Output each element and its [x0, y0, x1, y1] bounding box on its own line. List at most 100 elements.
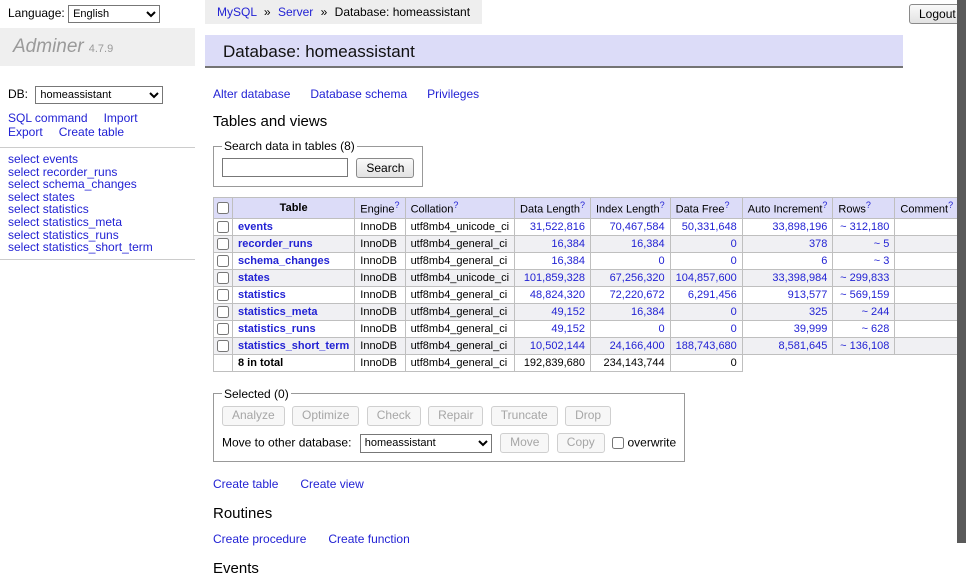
- table-name-link[interactable]: recorder_runs: [238, 238, 313, 250]
- table-link[interactable]: statistics_short_term: [43, 240, 153, 254]
- sidebar-link-export[interactable]: Export: [8, 125, 43, 139]
- data-free-link[interactable]: 0: [731, 323, 737, 335]
- table-total-row: 8 in total InnoDB utf8mb4_general_ci 192…: [214, 354, 959, 371]
- table-name-link[interactable]: statistics: [238, 289, 286, 301]
- sidebar-link-import[interactable]: Import: [104, 111, 138, 125]
- row-checkbox[interactable]: [217, 340, 229, 352]
- language-bar: Language: English: [8, 5, 160, 23]
- overwrite-checkbox[interactable]: [612, 437, 624, 449]
- row-checkbox[interactable]: [217, 255, 229, 267]
- move-database-select[interactable]: homeassistant: [360, 434, 492, 453]
- table-name-link[interactable]: statistics_meta: [238, 306, 318, 318]
- data-length-link[interactable]: 16,384: [551, 255, 585, 267]
- help-link-icon[interactable]: ?: [866, 200, 871, 210]
- data-length-link[interactable]: 48,824,320: [530, 289, 585, 301]
- auto-increment-link[interactable]: 913,577: [788, 289, 828, 301]
- auto-increment-link[interactable]: 8,581,645: [778, 340, 827, 352]
- index-length-link[interactable]: 72,220,672: [610, 289, 665, 301]
- comment-cell: [895, 286, 959, 303]
- index-length-link[interactable]: 24,166,400: [610, 340, 665, 352]
- help-link-icon[interactable]: ?: [660, 200, 665, 210]
- row-checkbox[interactable]: [217, 272, 229, 284]
- select-link[interactable]: select: [8, 240, 39, 254]
- create-table-link[interactable]: Create table: [213, 477, 278, 491]
- help-link-icon[interactable]: ?: [453, 200, 458, 210]
- language-select[interactable]: English: [68, 5, 160, 23]
- rows-count-link[interactable]: ~ 136,108: [840, 340, 889, 352]
- data-length-link[interactable]: 49,152: [551, 306, 585, 318]
- row-checkbox[interactable]: [217, 289, 229, 301]
- create-view-link[interactable]: Create view: [300, 477, 363, 491]
- table-name-link[interactable]: statistics_short_term: [238, 340, 349, 352]
- truncate-button[interactable]: Truncate: [491, 406, 558, 426]
- total-data-length: 192,839,680: [515, 354, 591, 371]
- alter-database-link[interactable]: Alter database: [213, 87, 290, 101]
- rows-count-link[interactable]: ~ 3: [874, 255, 890, 267]
- auto-increment-link[interactable]: 378: [809, 238, 827, 250]
- data-length-link[interactable]: 31,522,816: [530, 221, 585, 233]
- data-free-link[interactable]: 0: [731, 255, 737, 267]
- data-free-link[interactable]: 50,331,648: [682, 221, 737, 233]
- auto-increment-link[interactable]: 33,398,984: [772, 272, 827, 284]
- repair-button[interactable]: Repair: [428, 406, 483, 426]
- data-length-link[interactable]: 101,859,328: [524, 272, 585, 284]
- index-length-link[interactable]: 16,384: [631, 238, 665, 250]
- rows-count-link[interactable]: ~ 244: [862, 306, 890, 318]
- analyze-button[interactable]: Analyze: [222, 406, 285, 426]
- move-button[interactable]: Move: [500, 433, 549, 453]
- row-checkbox[interactable]: [217, 323, 229, 335]
- row-checkbox[interactable]: [217, 221, 229, 233]
- index-length-link[interactable]: 0: [659, 323, 665, 335]
- select-all-checkbox[interactable]: [217, 202, 229, 214]
- privileges-link[interactable]: Privileges: [427, 87, 479, 101]
- index-length-link[interactable]: 70,467,584: [610, 221, 665, 233]
- create-procedure-link[interactable]: Create procedure: [213, 532, 306, 546]
- sidebar-link-sql-command[interactable]: SQL command: [8, 111, 88, 125]
- db-select[interactable]: homeassistant: [35, 86, 163, 104]
- table-name-link[interactable]: statistics_runs: [238, 323, 316, 335]
- sidebar-link-create-table[interactable]: Create table: [59, 125, 124, 139]
- auto-increment-link[interactable]: 33,898,196: [772, 221, 827, 233]
- rows-count-link[interactable]: ~ 299,833: [840, 272, 889, 284]
- search-input[interactable]: [222, 158, 348, 177]
- data-free-link[interactable]: 6,291,456: [688, 289, 737, 301]
- index-length-link[interactable]: 16,384: [631, 306, 665, 318]
- help-link-icon[interactable]: ?: [395, 200, 400, 210]
- data-free-link[interactable]: 104,857,600: [676, 272, 737, 284]
- vertical-scrollbar[interactable]: [957, 0, 966, 543]
- rows-count-link[interactable]: ~ 628: [862, 323, 890, 335]
- database-schema-link[interactable]: Database schema: [310, 87, 407, 101]
- table-name-link[interactable]: events: [238, 221, 273, 233]
- breadcrumb-server-link[interactable]: Server: [278, 5, 313, 19]
- data-free-link[interactable]: 0: [731, 306, 737, 318]
- auto-increment-link[interactable]: 325: [809, 306, 827, 318]
- data-length-link[interactable]: 49,152: [551, 323, 585, 335]
- rows-count-link[interactable]: ~ 569,159: [840, 289, 889, 301]
- breadcrumb-mysql-link[interactable]: MySQL: [217, 5, 257, 19]
- create-function-link[interactable]: Create function: [328, 532, 409, 546]
- auto-increment-link[interactable]: 6: [821, 255, 827, 267]
- row-checkbox[interactable]: [217, 306, 229, 318]
- row-checkbox[interactable]: [217, 238, 229, 250]
- copy-button[interactable]: Copy: [557, 433, 605, 453]
- app-logo[interactable]: Adminer4.7.9: [0, 28, 195, 66]
- search-button[interactable]: Search: [356, 158, 414, 178]
- data-length-link[interactable]: 10,502,144: [530, 340, 585, 352]
- optimize-button[interactable]: Optimize: [292, 406, 359, 426]
- help-link-icon[interactable]: ?: [948, 200, 953, 210]
- index-length-link[interactable]: 67,256,320: [610, 272, 665, 284]
- table-name-link[interactable]: states: [238, 272, 270, 284]
- auto-increment-link[interactable]: 39,999: [794, 323, 828, 335]
- data-free-link[interactable]: 188,743,680: [676, 340, 737, 352]
- rows-count-link[interactable]: ~ 5: [874, 238, 890, 250]
- drop-button[interactable]: Drop: [565, 406, 611, 426]
- help-link-icon[interactable]: ?: [725, 200, 730, 210]
- table-name-link[interactable]: schema_changes: [238, 255, 330, 267]
- help-link-icon[interactable]: ?: [580, 200, 585, 210]
- data-free-link[interactable]: 0: [731, 238, 737, 250]
- rows-count-link[interactable]: ~ 312,180: [840, 221, 889, 233]
- index-length-link[interactable]: 0: [659, 255, 665, 267]
- data-length-link[interactable]: 16,384: [551, 238, 585, 250]
- check-button[interactable]: Check: [367, 406, 421, 426]
- help-link-icon[interactable]: ?: [822, 200, 827, 210]
